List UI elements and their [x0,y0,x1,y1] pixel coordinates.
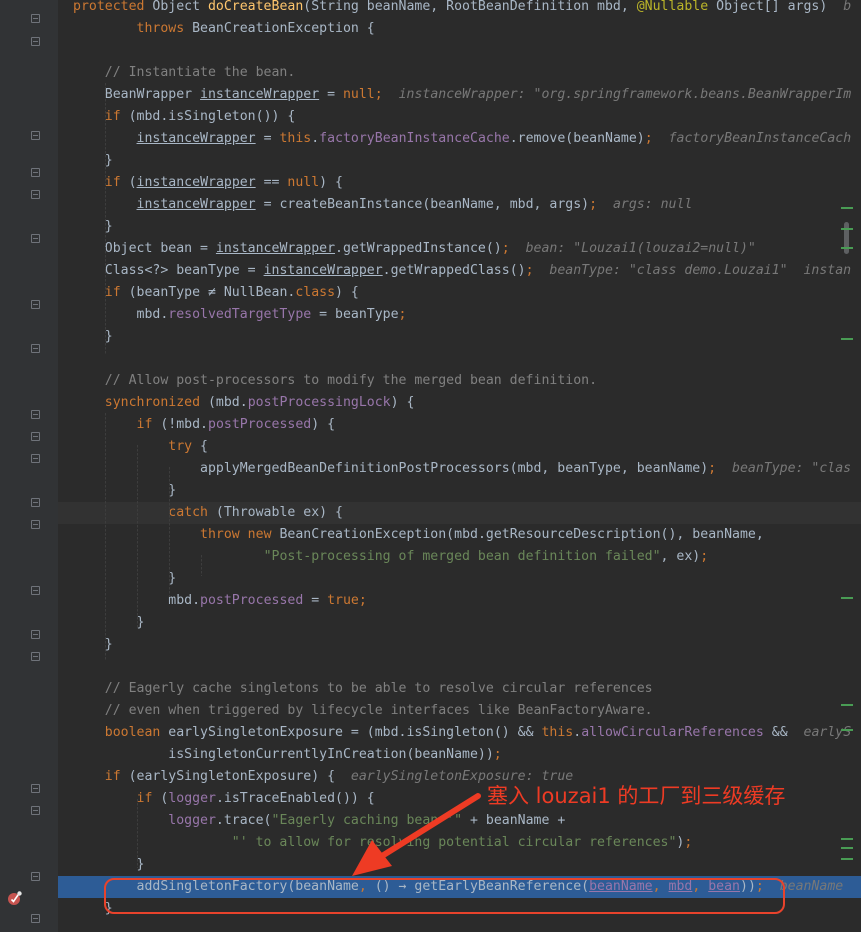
annotation-callout: 塞入 louzai1 的工厂到三级缓存 [487,784,786,808]
